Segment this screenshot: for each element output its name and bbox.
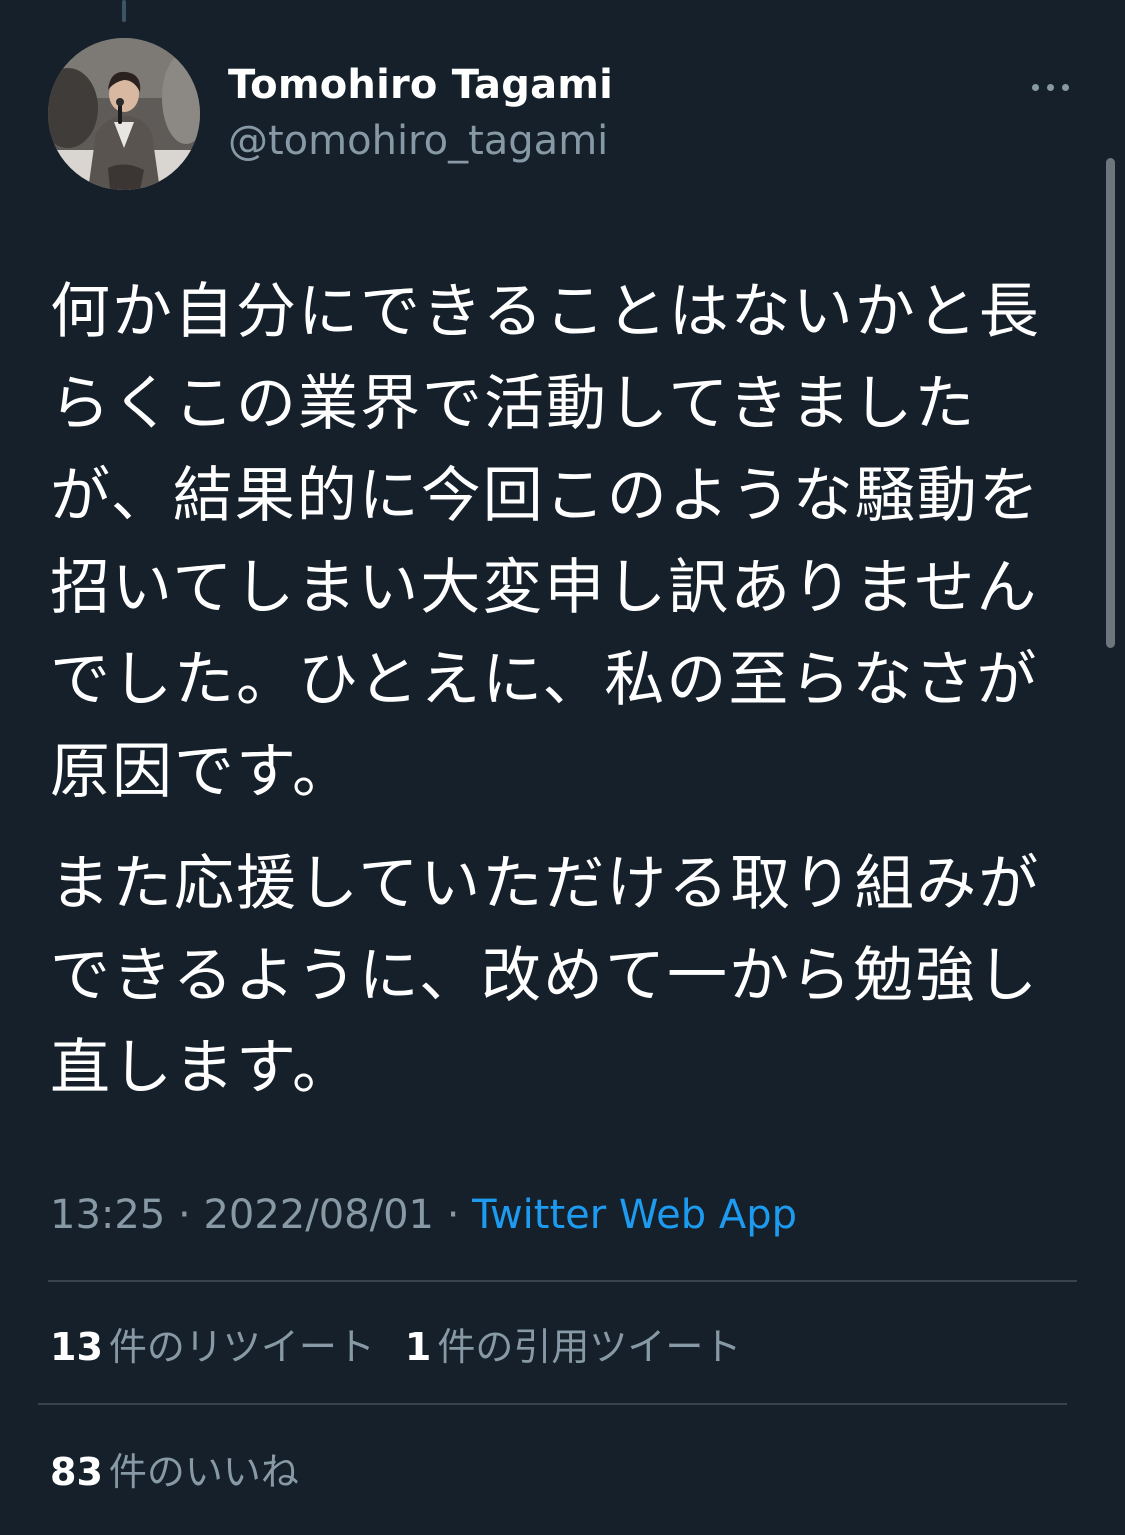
display-name[interactable]: Tomohiro Tagami — [228, 62, 613, 108]
likes-label: 件のいいね — [108, 1450, 299, 1494]
quotes-count: 1 — [404, 1325, 432, 1369]
retweets-stat[interactable]: 13 件のリツイート — [50, 1316, 375, 1371]
tweet-source-link[interactable]: Twitter Web App — [472, 1192, 797, 1238]
likes-stat[interactable]: 83 件のいいね — [50, 1441, 299, 1496]
tweet-time[interactable]: 13:25 — [50, 1192, 165, 1238]
quotes-label: 件の引用ツイート — [437, 1325, 742, 1369]
divider — [38, 1403, 1067, 1405]
user-handle[interactable]: @tomohiro_tagami — [228, 118, 608, 164]
tweet-date[interactable]: 2022/08/01 — [203, 1192, 434, 1238]
retweets-label: 件のリツイート — [108, 1325, 375, 1369]
tweet-detail-page: Tomohiro Tagami @tomohiro_tagami 何か自分にでき… — [0, 0, 1125, 1535]
meta-separator: · — [446, 1192, 460, 1238]
tweet-paragraph: 何か自分にできることはないかと長らくこの業界で活動してきましたが、結果的に今回こ… — [50, 277, 1041, 807]
avatar[interactable] — [48, 38, 200, 190]
retweets-count: 13 — [50, 1325, 103, 1369]
retweet-stats-row: 13 件のリツイート 1 件の引用ツイート — [50, 1316, 771, 1371]
tweet-text: 何か自分にできることはないかと長らくこの業界で活動してきましたが、結果的に今回こ… — [50, 266, 1050, 1114]
scrollbar[interactable] — [1106, 158, 1115, 648]
more-horizontal-icon — [1046, 83, 1054, 91]
likes-stats-row: 83 件のいいね — [50, 1441, 329, 1496]
more-horizontal-icon — [1031, 83, 1039, 91]
more-horizontal-icon — [1061, 83, 1069, 91]
more-options-button[interactable] — [1020, 72, 1080, 102]
quote-tweets-stat[interactable]: 1 件の引用ツイート — [405, 1316, 741, 1371]
meta-separator: · — [178, 1192, 191, 1238]
divider — [48, 1280, 1077, 1282]
avatar-photo — [48, 38, 200, 190]
likes-count: 83 — [50, 1450, 103, 1494]
tweet-paragraph: また応援していただける取り組みができるように、改めて一から勉強し直します。 — [50, 849, 1041, 1103]
tweet-metadata: 13:25 · 2022/08/01 · Twitter Web App — [50, 1192, 797, 1238]
thread-connector-line — [122, 0, 126, 22]
